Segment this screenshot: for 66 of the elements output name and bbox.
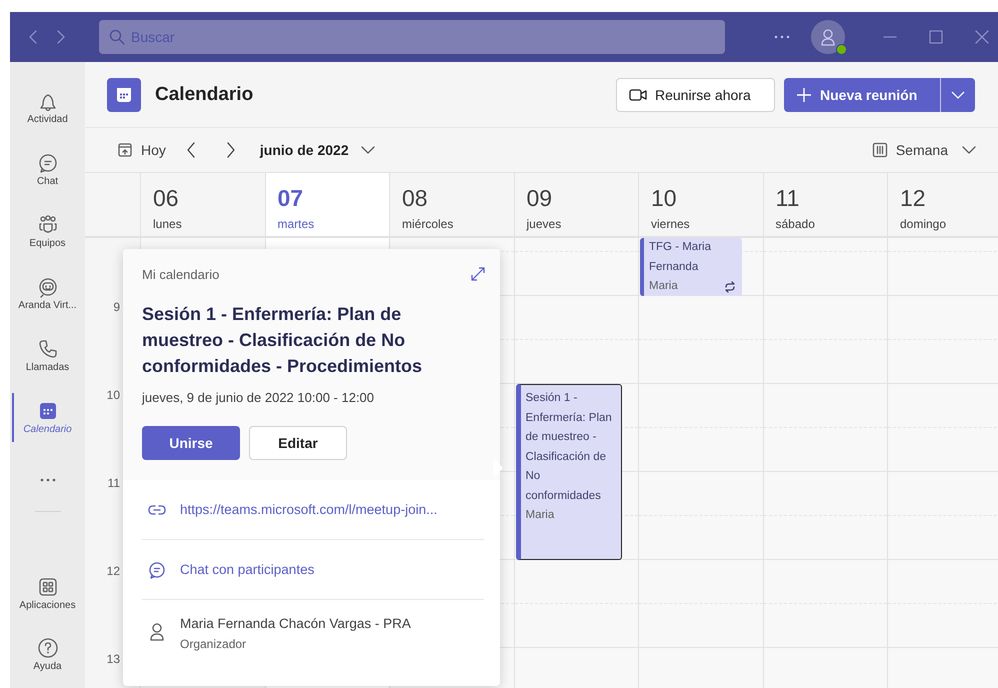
expand-icon[interactable] (470, 266, 486, 282)
rail-item[interactable]: Aplicaciones (10, 566, 85, 621)
join-button[interactable]: Unirse (142, 426, 240, 460)
rail-item[interactable]: Llamadas (10, 328, 85, 383)
columns-icon (872, 142, 888, 158)
event-title: Sesión 1 - Enfermería: Plan de muestreo - Clasificación de No conformidades - Procedimientos (142, 303, 424, 378)
calendar-name: Mi calendario (142, 267, 220, 282)
rail-item[interactable]: Chat (10, 142, 85, 197)
rail-item[interactable]: Aranda Virt... (10, 266, 85, 321)
status-dot-icon (836, 44, 847, 55)
hour-label: 13 (106, 652, 120, 666)
back-icon (27, 29, 39, 45)
help-icon (36, 637, 58, 659)
day-header[interactable]: 12 domingo (887, 173, 998, 236)
day-header[interactable]: 07 martes (264, 173, 389, 236)
view-picker[interactable]: Semana (870, 140, 978, 160)
forward-icon (55, 29, 67, 45)
organizer-role: Organizador (180, 637, 248, 651)
day-header[interactable]: 10 viernes (638, 173, 762, 236)
more-icon[interactable] (774, 35, 790, 39)
hour-label: 10 (106, 388, 120, 402)
day-header[interactable]: 11 sábado (762, 173, 887, 236)
edit-button[interactable]: Editar (249, 426, 347, 460)
person-icon (148, 622, 166, 642)
calendar-event[interactable]: Sesión 1 - Enfermería: Plan de muestreo - Clasificación de No conformidades Maria (516, 384, 622, 560)
day-header[interactable]: 09 jueves (514, 173, 638, 236)
meeting-link[interactable]: https://teams.microsoft.com/l/meetup-join... (180, 502, 438, 517)
event-time: jueves, 9 de junio de 2022 10:00 - 12:00 (142, 390, 376, 405)
robot-icon (36, 276, 58, 298)
apps-icon (36, 576, 58, 598)
calendar-today-icon (117, 142, 133, 158)
link-icon (148, 504, 166, 516)
search-icon (109, 29, 125, 45)
hour-label: 11 (108, 476, 120, 490)
rail-item[interactable]: Actividad (10, 80, 85, 135)
plus-icon (796, 86, 812, 102)
chevron-down-icon (962, 146, 976, 154)
calendar-icon (107, 78, 141, 112)
organizer-name: Maria Fernanda Chacón Vargas - PRA (180, 616, 411, 631)
day-header[interactable]: 08 miércoles (389, 173, 514, 236)
rail-item[interactable]: Equipos (10, 204, 85, 259)
more-icon (40, 478, 56, 482)
close-icon[interactable] (974, 29, 990, 45)
month-picker[interactable]: junio de 2022 (258, 140, 377, 160)
rail-item[interactable]: Ayuda (10, 627, 85, 682)
meet-now-button[interactable]: Reunirse ahora (616, 78, 775, 112)
chevron-down-icon (951, 90, 965, 98)
chat-link[interactable]: Chat con participantes (180, 562, 314, 577)
today-button[interactable]: Hoy (115, 140, 168, 160)
dropdown-button[interactable] (940, 78, 975, 112)
chevron-down-icon (360, 146, 375, 154)
chat-icon (148, 560, 166, 578)
hour-label: 12 (106, 564, 120, 578)
page-title: Calendario (155, 84, 254, 106)
calendar-event[interactable]: TFG - Maria Fernanda Maria (640, 238, 742, 296)
chevron-left-icon (186, 141, 196, 159)
hour-label: 9 (113, 300, 120, 314)
rail-item[interactable]: Calendario (10, 390, 85, 445)
chat-icon (36, 152, 58, 174)
maximize-icon[interactable] (928, 29, 944, 45)
phone-icon (36, 338, 58, 360)
new-meeting-button[interactable]: Nueva reunión (784, 78, 940, 112)
avatar[interactable] (811, 20, 845, 54)
person-icon (820, 28, 836, 46)
video-camera-icon (629, 88, 647, 102)
chevron-right-icon (226, 141, 236, 159)
